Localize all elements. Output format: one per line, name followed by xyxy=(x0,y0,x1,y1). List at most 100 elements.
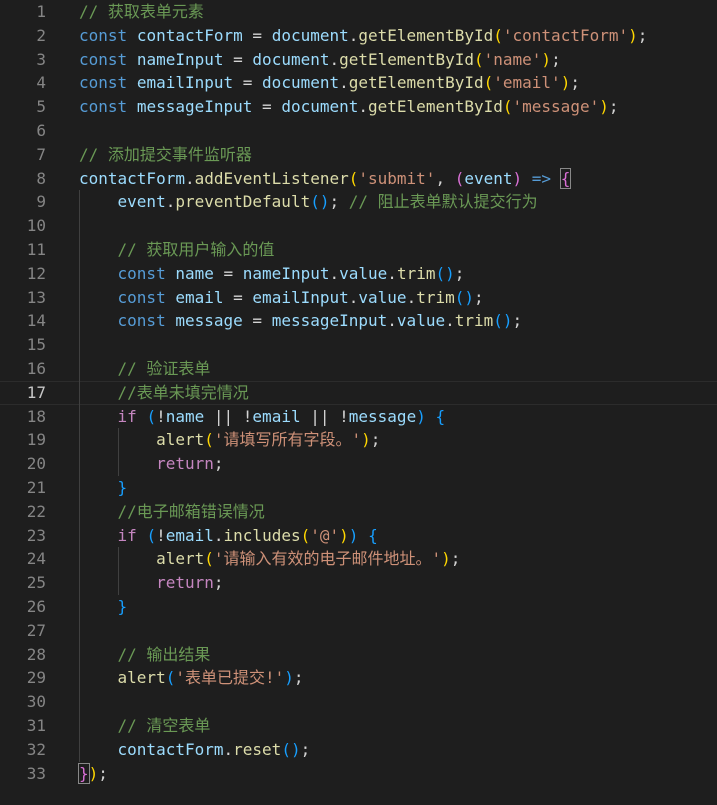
code-line[interactable]: 26 } xyxy=(0,594,717,619)
code-token: preventDefault xyxy=(175,192,311,212)
code-token: . xyxy=(387,263,397,283)
code-token: = xyxy=(213,263,243,283)
code-content[interactable]: const nameInput = document.getElementByI… xyxy=(46,48,561,72)
code-token: 'name' xyxy=(483,49,542,69)
code-line[interactable]: 11 // 获取用户输入的值 xyxy=(0,237,717,262)
code-line[interactable]: 21 } xyxy=(0,475,717,500)
code-token: 'contactForm' xyxy=(502,25,629,45)
code-line[interactable]: 17 //表单未填完情况 xyxy=(0,380,717,405)
code-line[interactable]: 13 const email = emailInput.value.trim()… xyxy=(0,285,717,310)
code-editor[interactable]: 1// 获取表单元素 2 const contactForm = document.… xyxy=(0,0,717,805)
code-token: return xyxy=(156,573,214,593)
code-token: alert xyxy=(117,668,166,688)
code-content[interactable]: } xyxy=(46,475,127,500)
code-line[interactable]: 18 if (!name || !email || !message) { xyxy=(0,404,717,429)
indent-guide xyxy=(117,547,119,572)
code-line[interactable]: 29 alert('表单已提交!'); xyxy=(0,666,717,691)
line-number: 28 xyxy=(26,644,46,664)
code-content[interactable] xyxy=(46,690,89,714)
indent-guide xyxy=(79,547,80,572)
line-number: 24 xyxy=(26,549,46,569)
code-content[interactable]: const emailInput = document.getElementBy… xyxy=(46,71,580,95)
code-line[interactable]: 33}); xyxy=(0,762,717,786)
code-line[interactable]: 32 contactForm.reset(); xyxy=(0,737,717,762)
code-content[interactable]: const contactForm = document.getElementB… xyxy=(46,24,647,48)
code-line[interactable]: 28 // 输出结果 xyxy=(0,642,717,667)
code-token: () xyxy=(281,739,301,759)
code-token: { xyxy=(368,525,378,545)
code-content[interactable]: // 添加提交事件监听器 xyxy=(46,143,252,167)
code-content[interactable]: if (!name || !email || !message) { xyxy=(46,404,445,429)
code-content[interactable]: return; xyxy=(46,571,224,595)
code-content[interactable]: }); xyxy=(46,762,108,786)
code-line[interactable]: 2 const contactForm = document.getElement… xyxy=(0,24,717,48)
code-content[interactable]: const message = messageInput.value.trim(… xyxy=(46,309,523,334)
code-line[interactable]: 7 // 添加提交事件监听器 xyxy=(0,143,717,167)
code-line[interactable]: 24 alert('请输入有效的电子邮件地址。'); xyxy=(0,547,717,572)
code-line[interactable]: 1 // 获取表单元素 xyxy=(0,0,717,24)
code-line[interactable]: 12 const name = nameInput.value.trim(); xyxy=(0,261,717,286)
code-content[interactable]: // 获取表单元素 xyxy=(46,0,204,24)
code-line[interactable]: 8 contactForm.addEventListener('submit', … xyxy=(0,167,717,191)
code-line[interactable]: 9 event.preventDefault(); // 阻止表单默认提交行为 xyxy=(0,190,717,215)
code-content[interactable]: const messageInput = document.getElement… xyxy=(46,95,619,119)
code-line[interactable]: 14 const message = messageInput.value.tr… xyxy=(0,309,717,334)
code-line[interactable]: 5 const messageInput = document.getElemen… xyxy=(0,95,717,119)
code-token: . xyxy=(213,525,224,545)
code-content[interactable]: const name = nameInput.value.trim(); xyxy=(46,261,465,286)
code-content[interactable]: // 清空表单 xyxy=(46,713,210,738)
code-token: => xyxy=(531,168,552,188)
code-content[interactable]: contactForm.reset(); xyxy=(46,737,310,762)
code-line[interactable]: 30 xyxy=(0,690,717,714)
code-token: ; xyxy=(512,311,523,331)
code-token: ) xyxy=(348,525,359,545)
code-line[interactable]: 25 return; xyxy=(0,571,717,595)
code-content[interactable]: } xyxy=(46,594,127,619)
code-content[interactable]: contactForm.addEventListener('submit', (… xyxy=(46,167,572,191)
code-line[interactable]: 23 if (!email.includes('@')) { xyxy=(0,523,717,548)
code-token: document xyxy=(281,97,359,117)
code-line[interactable]: 3 const nameInput = document.getElementBy… xyxy=(0,48,717,72)
code-content[interactable]: if (!email.includes('@')) { xyxy=(46,523,378,548)
code-line[interactable]: 15 xyxy=(0,333,717,357)
code-content[interactable]: const email = emailInput.value.trim(); xyxy=(46,285,484,310)
code-token: ( xyxy=(483,73,494,93)
code-line[interactable]: 10 xyxy=(0,214,717,238)
code-token: email xyxy=(175,287,224,307)
code-content[interactable]: //电子邮箱错误情况 xyxy=(46,499,265,524)
line-number: 26 xyxy=(26,596,46,616)
code-token: reset xyxy=(233,739,282,759)
code-token: value xyxy=(396,311,446,331)
code-content[interactable]: // 输出结果 xyxy=(46,642,210,667)
code-token: const xyxy=(79,97,128,117)
code-line[interactable]: 22 //电子邮箱错误情况 xyxy=(0,499,717,524)
code-content[interactable] xyxy=(46,214,89,238)
code-line[interactable]: 20 return; xyxy=(0,452,717,476)
code-line[interactable]: 16 // 验证表单 xyxy=(0,356,717,381)
code-content[interactable]: alert('请填写所有字段。'); xyxy=(46,428,380,453)
code-line[interactable]: 19 alert('请填写所有字段。'); xyxy=(0,428,717,453)
code-content[interactable]: return; xyxy=(46,452,224,476)
code-content[interactable]: // 获取用户输入的值 xyxy=(46,237,274,262)
code-content[interactable]: event.preventDefault(); // 阻止表单默认提交行为 xyxy=(46,190,538,215)
code-line[interactable]: 6 xyxy=(0,119,717,143)
code-token: getElementById xyxy=(358,25,494,45)
code-content[interactable]: //表单未填完情况 xyxy=(46,380,249,405)
code-content[interactable] xyxy=(46,333,89,357)
code-content[interactable] xyxy=(46,119,89,143)
code-content[interactable]: alert('表单已提交!'); xyxy=(46,666,304,691)
code-content[interactable]: alert('请输入有效的电子邮件地址。'); xyxy=(46,547,460,572)
code-token: ! xyxy=(156,525,166,545)
code-content[interactable] xyxy=(46,618,89,643)
code-token: email xyxy=(165,525,214,545)
code-content[interactable]: // 验证表单 xyxy=(46,356,210,381)
code-token: () xyxy=(310,192,330,212)
code-token: ; xyxy=(454,263,465,283)
code-line[interactable]: 4 const emailInput = document.getElementB… xyxy=(0,71,717,95)
code-line[interactable]: 27 xyxy=(0,618,717,643)
code-line[interactable]: 31 // 清空表单 xyxy=(0,713,717,738)
